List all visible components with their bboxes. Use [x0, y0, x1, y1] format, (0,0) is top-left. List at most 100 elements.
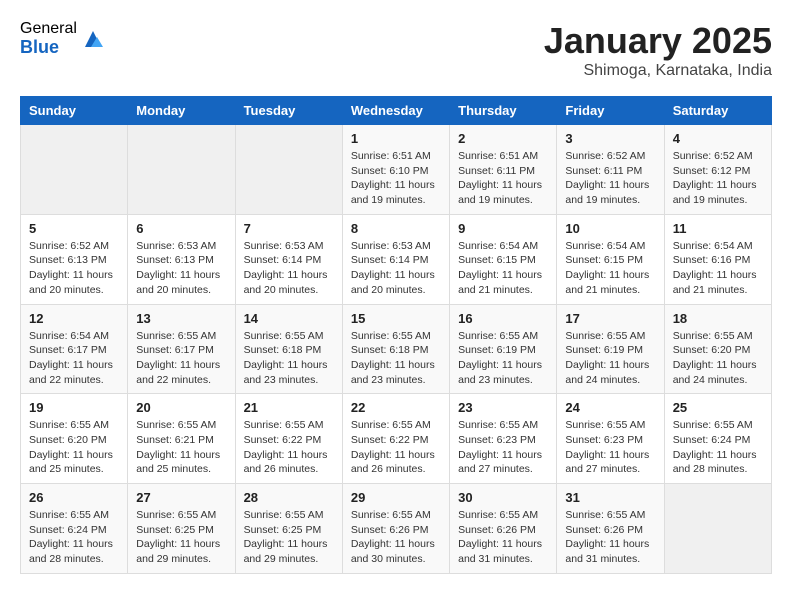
- day-number: 30: [458, 490, 548, 505]
- day-info: Sunrise: 6:55 AM Sunset: 6:25 PM Dayligh…: [244, 508, 334, 567]
- day-number: 25: [673, 400, 763, 415]
- day-number: 2: [458, 131, 548, 146]
- day-number: 14: [244, 311, 334, 326]
- day-number: 3: [565, 131, 655, 146]
- day-info: Sunrise: 6:55 AM Sunset: 6:19 PM Dayligh…: [458, 329, 548, 388]
- day-info: Sunrise: 6:54 AM Sunset: 6:17 PM Dayligh…: [29, 329, 119, 388]
- day-info: Sunrise: 6:54 AM Sunset: 6:15 PM Dayligh…: [565, 239, 655, 298]
- weekday-header-thursday: Thursday: [450, 97, 557, 125]
- calendar-cell: 27 Sunrise: 6:55 AM Sunset: 6:25 PM Dayli…: [128, 484, 235, 574]
- logo-general: General: [20, 20, 77, 38]
- day-info: Sunrise: 6:52 AM Sunset: 6:12 PM Dayligh…: [673, 149, 763, 208]
- calendar-cell: 30 Sunrise: 6:55 AM Sunset: 6:26 PM Dayli…: [450, 484, 557, 574]
- day-number: 23: [458, 400, 548, 415]
- day-info: Sunrise: 6:55 AM Sunset: 6:25 PM Dayligh…: [136, 508, 226, 567]
- month-title: January 2025: [544, 20, 772, 62]
- day-info: Sunrise: 6:55 AM Sunset: 6:24 PM Dayligh…: [673, 418, 763, 477]
- day-info: Sunrise: 6:55 AM Sunset: 6:18 PM Dayligh…: [244, 329, 334, 388]
- calendar-cell: [664, 484, 771, 574]
- logo-blue: Blue: [20, 38, 77, 58]
- calendar-week-row: 12 Sunrise: 6:54 AM Sunset: 6:17 PM Dayli…: [21, 304, 772, 394]
- weekday-header-sunday: Sunday: [21, 97, 128, 125]
- calendar-cell: 17 Sunrise: 6:55 AM Sunset: 6:19 PM Dayli…: [557, 304, 664, 394]
- calendar-cell: 16 Sunrise: 6:55 AM Sunset: 6:19 PM Dayli…: [450, 304, 557, 394]
- calendar-cell: 4 Sunrise: 6:52 AM Sunset: 6:12 PM Daylig…: [664, 125, 771, 215]
- calendar-cell: 26 Sunrise: 6:55 AM Sunset: 6:24 PM Dayli…: [21, 484, 128, 574]
- calendar-cell: 9 Sunrise: 6:54 AM Sunset: 6:15 PM Daylig…: [450, 214, 557, 304]
- calendar-cell: 31Sunrise: 6:55 AM Sunset: 6:26 PM Dayli…: [557, 484, 664, 574]
- day-info: Sunrise: 6:55 AM Sunset: 6:24 PM Dayligh…: [29, 508, 119, 567]
- day-number: 9: [458, 221, 548, 236]
- day-info: Sunrise: 6:55 AM Sunset: 6:22 PM Dayligh…: [351, 418, 441, 477]
- day-info: Sunrise: 6:55 AM Sunset: 6:17 PM Dayligh…: [136, 329, 226, 388]
- calendar-cell: 7 Sunrise: 6:53 AM Sunset: 6:14 PM Daylig…: [235, 214, 342, 304]
- calendar-cell: 22Sunrise: 6:55 AM Sunset: 6:22 PM Dayli…: [342, 394, 449, 484]
- day-number: 27: [136, 490, 226, 505]
- calendar-cell: [128, 125, 235, 215]
- day-number: 6: [136, 221, 226, 236]
- logo: General Blue: [20, 20, 105, 57]
- day-number: 5: [29, 221, 119, 236]
- weekday-header-saturday: Saturday: [664, 97, 771, 125]
- calendar-cell: 8Sunrise: 6:53 AM Sunset: 6:14 PM Daylig…: [342, 214, 449, 304]
- day-number: 19: [29, 400, 119, 415]
- day-info: Sunrise: 6:51 AM Sunset: 6:10 PM Dayligh…: [351, 149, 441, 208]
- calendar-cell: 20 Sunrise: 6:55 AM Sunset: 6:21 PM Dayli…: [128, 394, 235, 484]
- day-number: 12: [29, 311, 119, 326]
- calendar-cell: 3 Sunrise: 6:52 AM Sunset: 6:11 PM Daylig…: [557, 125, 664, 215]
- calendar-cell: 28Sunrise: 6:55 AM Sunset: 6:25 PM Dayli…: [235, 484, 342, 574]
- day-info: Sunrise: 6:55 AM Sunset: 6:22 PM Dayligh…: [244, 418, 334, 477]
- day-info: Sunrise: 6:52 AM Sunset: 6:11 PM Dayligh…: [565, 149, 655, 208]
- day-info: Sunrise: 6:54 AM Sunset: 6:16 PM Dayligh…: [673, 239, 763, 298]
- calendar-cell: [235, 125, 342, 215]
- day-info: Sunrise: 6:55 AM Sunset: 6:23 PM Dayligh…: [458, 418, 548, 477]
- weekday-header-friday: Friday: [557, 97, 664, 125]
- calendar-cell: 25 Sunrise: 6:55 AM Sunset: 6:24 PM Dayli…: [664, 394, 771, 484]
- day-info: Sunrise: 6:53 AM Sunset: 6:14 PM Dayligh…: [244, 239, 334, 298]
- calendar-cell: 11 Sunrise: 6:54 AM Sunset: 6:16 PM Dayli…: [664, 214, 771, 304]
- calendar-table: SundayMondayTuesdayWednesdayThursdayFrid…: [20, 96, 772, 574]
- calendar-week-row: 5 Sunrise: 6:52 AM Sunset: 6:13 PM Daylig…: [21, 214, 772, 304]
- day-number: 13: [136, 311, 226, 326]
- calendar-cell: 19 Sunrise: 6:55 AM Sunset: 6:20 PM Dayli…: [21, 394, 128, 484]
- day-number: 17: [565, 311, 655, 326]
- day-info: Sunrise: 6:54 AM Sunset: 6:15 PM Dayligh…: [458, 239, 548, 298]
- calendar-cell: 15Sunrise: 6:55 AM Sunset: 6:18 PM Dayli…: [342, 304, 449, 394]
- calendar-cell: 13 Sunrise: 6:55 AM Sunset: 6:17 PM Dayli…: [128, 304, 235, 394]
- calendar-cell: 12 Sunrise: 6:54 AM Sunset: 6:17 PM Dayli…: [21, 304, 128, 394]
- weekday-header-tuesday: Tuesday: [235, 97, 342, 125]
- day-number: 11: [673, 221, 763, 236]
- day-info: Sunrise: 6:55 AM Sunset: 6:18 PM Dayligh…: [351, 329, 441, 388]
- day-number: 16: [458, 311, 548, 326]
- calendar-cell: 1 Sunrise: 6:51 AM Sunset: 6:10 PM Daylig…: [342, 125, 449, 215]
- day-number: 4: [673, 131, 763, 146]
- day-info: Sunrise: 6:55 AM Sunset: 6:20 PM Dayligh…: [29, 418, 119, 477]
- day-info: Sunrise: 6:55 AM Sunset: 6:19 PM Dayligh…: [565, 329, 655, 388]
- day-number: 10: [565, 221, 655, 236]
- day-number: 7: [244, 221, 334, 236]
- day-info: Sunrise: 6:55 AM Sunset: 6:21 PM Dayligh…: [136, 418, 226, 477]
- location-subtitle: Shimoga, Karnataka, India: [544, 62, 772, 80]
- day-number: 21: [244, 400, 334, 415]
- day-number: 24: [565, 400, 655, 415]
- day-number: 29: [351, 490, 441, 505]
- calendar-cell: 21 Sunrise: 6:55 AM Sunset: 6:22 PM Dayli…: [235, 394, 342, 484]
- calendar-cell: 29Sunrise: 6:55 AM Sunset: 6:26 PM Dayli…: [342, 484, 449, 574]
- day-number: 26: [29, 490, 119, 505]
- day-number: 20: [136, 400, 226, 415]
- calendar-cell: 5 Sunrise: 6:52 AM Sunset: 6:13 PM Daylig…: [21, 214, 128, 304]
- day-info: Sunrise: 6:52 AM Sunset: 6:13 PM Dayligh…: [29, 239, 119, 298]
- calendar-cell: [21, 125, 128, 215]
- day-number: 1: [351, 131, 441, 146]
- title-block: January 2025 Shimoga, Karnataka, India: [544, 20, 772, 80]
- weekday-header-monday: Monday: [128, 97, 235, 125]
- weekday-header-row: SundayMondayTuesdayWednesdayThursdayFrid…: [21, 97, 772, 125]
- day-info: Sunrise: 6:55 AM Sunset: 6:20 PM Dayligh…: [673, 329, 763, 388]
- calendar-week-row: 26 Sunrise: 6:55 AM Sunset: 6:24 PM Dayli…: [21, 484, 772, 574]
- calendar-week-row: 19 Sunrise: 6:55 AM Sunset: 6:20 PM Dayli…: [21, 394, 772, 484]
- day-info: Sunrise: 6:55 AM Sunset: 6:26 PM Dayligh…: [458, 508, 548, 567]
- day-info: Sunrise: 6:53 AM Sunset: 6:13 PM Dayligh…: [136, 239, 226, 298]
- calendar-cell: 2Sunrise: 6:51 AM Sunset: 6:11 PM Daylig…: [450, 125, 557, 215]
- calendar-cell: 14 Sunrise: 6:55 AM Sunset: 6:18 PM Dayli…: [235, 304, 342, 394]
- day-info: Sunrise: 6:55 AM Sunset: 6:23 PM Dayligh…: [565, 418, 655, 477]
